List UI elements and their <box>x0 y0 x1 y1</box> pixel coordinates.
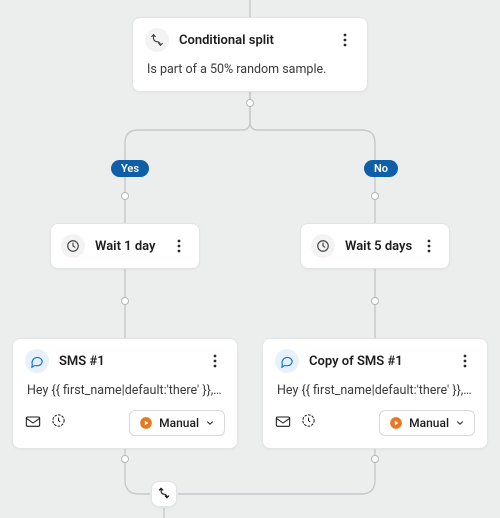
delivery-mode-label: Manual <box>409 416 449 430</box>
chat-icon <box>275 349 299 373</box>
card-menu-button[interactable] <box>419 234 439 258</box>
merge-icon <box>157 485 171 504</box>
connector-node <box>121 455 129 463</box>
smart-send-icon <box>275 413 291 432</box>
sms-footer-icons <box>275 413 316 432</box>
yes-pill: Yes <box>111 160 149 177</box>
connector-node <box>371 297 379 305</box>
clock-icon <box>311 234 335 258</box>
delivery-mode-button[interactable]: Manual <box>379 410 475 436</box>
connector-node <box>371 192 379 200</box>
clock-icon <box>61 234 85 258</box>
chevron-down-icon <box>455 418 465 428</box>
sms-preview: Hey {{ first_name|default:'there' }}, it… <box>13 383 237 410</box>
chevron-down-icon <box>205 418 215 428</box>
card-menu-button[interactable] <box>205 349 225 373</box>
quiet-hours-icon <box>51 413 66 432</box>
connector-node <box>121 297 129 305</box>
delivery-mode-button[interactable]: Manual <box>129 410 225 436</box>
delivery-mode-label: Manual <box>159 416 199 430</box>
connector-node <box>246 99 254 107</box>
sms-title: Copy of SMS #1 <box>309 354 455 369</box>
merge-node[interactable] <box>151 481 177 507</box>
branch-icon <box>145 28 169 52</box>
card-menu-button[interactable] <box>335 28 355 52</box>
connector-node <box>121 192 129 200</box>
wait-card-left[interactable]: Wait 1 day <box>50 223 200 269</box>
quiet-hours-icon <box>301 413 316 432</box>
card-menu-button[interactable] <box>455 349 475 373</box>
conditional-split-card[interactable]: Conditional split Is part of a 50% rando… <box>132 17 368 92</box>
connector-node <box>371 455 379 463</box>
play-icon <box>139 416 153 430</box>
card-title: Conditional split <box>179 33 335 48</box>
sms-preview: Hey {{ first_name|default:'there' }}, it… <box>263 383 487 410</box>
sms-card-right[interactable]: Copy of SMS #1 Hey {{ first_name|default… <box>262 338 488 449</box>
wait-title: Wait 5 days <box>345 239 419 254</box>
sms-card-left[interactable]: SMS #1 Hey {{ first_name|default:'there'… <box>12 338 238 449</box>
no-pill: No <box>364 160 398 177</box>
card-description: Is part of a 50% random sample. <box>133 62 367 91</box>
chat-icon <box>25 349 49 373</box>
play-icon <box>389 416 403 430</box>
smart-send-icon <box>25 413 41 432</box>
card-menu-button[interactable] <box>169 234 189 258</box>
wait-title: Wait 1 day <box>95 239 169 254</box>
wait-card-right[interactable]: Wait 5 days <box>300 223 450 269</box>
sms-title: SMS #1 <box>59 354 205 369</box>
sms-footer-icons <box>25 413 66 432</box>
